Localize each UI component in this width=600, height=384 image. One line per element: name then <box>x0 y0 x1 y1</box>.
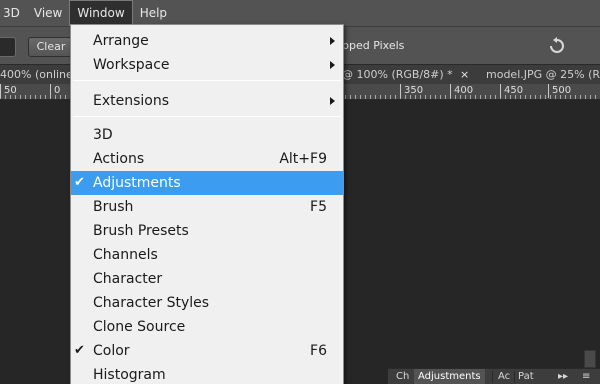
menu-item-label: Brush Presets <box>93 223 189 239</box>
ruler-label: 500 <box>548 84 571 98</box>
panel-divider <box>492 371 493 383</box>
collapse-icon[interactable]: ▸▸ <box>558 369 568 384</box>
menu-item-arrange[interactable]: Arrange <box>71 29 343 53</box>
window-menu-dropdown: Arrange Workspace Extensions 3D Actions … <box>70 24 344 384</box>
panel-tab-adjustments[interactable]: Adjustments <box>414 369 485 384</box>
menu-separator <box>73 80 341 81</box>
menu-item-histogram[interactable]: Histogram <box>71 363 343 384</box>
menu-item-label: Actions <box>93 151 145 167</box>
panel-divider <box>514 371 515 383</box>
menu-item-label: Channels <box>93 247 158 263</box>
delete-cropped-pixels-label[interactable]: pped Pixels <box>342 39 404 52</box>
menu-item-label: Arrange <box>93 33 149 49</box>
ruler-label: 50 <box>0 84 17 98</box>
checkmark-icon: ✔ <box>74 343 85 358</box>
menu-item-channels[interactable]: Channels <box>71 243 343 267</box>
menu-item-adjustments[interactable]: ✔ Adjustments <box>71 171 343 195</box>
panel-tab-paths[interactable]: Pat <box>518 369 534 384</box>
close-icon[interactable]: × <box>460 65 469 85</box>
menu-bar: 3D View Window Help <box>0 0 600 26</box>
scrollbar-thumb[interactable] <box>584 350 596 368</box>
menu-item-shortcut: Alt+F9 <box>279 151 327 167</box>
menu-item-label: Character <box>93 271 163 287</box>
menu-item-shortcut: F6 <box>310 343 327 359</box>
document-tab[interactable]: 400% (online <box>0 65 73 85</box>
menu-item-brush-presets[interactable]: Brush Presets <box>71 219 343 243</box>
submenu-arrow-icon <box>330 37 335 45</box>
menu-item-label: Color <box>93 343 130 359</box>
menu-item-label: Clone Source <box>93 319 186 335</box>
document-tab[interactable]: model.JPG @ 25% (R <box>486 65 600 85</box>
menu-item-label: 3D <box>93 127 113 143</box>
menu-window[interactable]: Window <box>69 0 133 26</box>
menu-item-workspace[interactable]: Workspace <box>71 53 343 77</box>
menu-item-character[interactable]: Character <box>71 267 343 291</box>
ruler-label: 400 <box>450 84 473 98</box>
menu-item-label: Histogram <box>93 367 166 383</box>
menu-separator <box>73 116 341 117</box>
menu-item-clone-source[interactable]: Clone Source <box>71 315 343 339</box>
panel-tab-channels[interactable]: Ch <box>396 369 409 384</box>
ruler-label: 0 <box>50 84 60 98</box>
menu-item-brush[interactable]: Brush F5 <box>71 195 343 219</box>
panel-tab-bar: Ch Adjustments Ac Pat ▸▸ ≡ <box>388 368 600 384</box>
submenu-arrow-icon <box>330 97 335 105</box>
menu-view[interactable]: View <box>27 0 69 26</box>
menu-item-3d[interactable]: 3D <box>71 123 343 147</box>
menu-item-color[interactable]: ✔ Color F6 <box>71 339 343 363</box>
tool-preset-picker[interactable] <box>0 37 16 57</box>
menu-item-character-styles[interactable]: Character Styles <box>71 291 343 315</box>
menu-item-actions[interactable]: Actions Alt+F9 <box>71 147 343 171</box>
checkmark-icon: ✔ <box>74 175 85 190</box>
menu-item-extensions[interactable]: Extensions <box>71 89 343 113</box>
panel-tab-actions[interactable]: Ac <box>498 369 510 384</box>
submenu-arrow-icon <box>330 61 335 69</box>
menu-item-label: Extensions <box>93 93 170 109</box>
menu-item-label: Brush <box>93 199 134 215</box>
panel-menu-icon[interactable]: ≡ <box>582 369 590 384</box>
menu-item-shortcut: F5 <box>310 199 327 215</box>
ruler-label: 450 <box>500 84 523 98</box>
document-tab-active[interactable]: @ 100% (RGB/8#) * <box>342 65 453 85</box>
menu-item-label: Character Styles <box>93 295 210 311</box>
menu-item-label: Adjustments <box>93 175 181 191</box>
clear-button[interactable]: Clear <box>28 37 74 57</box>
reset-icon[interactable] <box>546 35 568 57</box>
menu-3d[interactable]: 3D <box>0 0 27 26</box>
menu-help[interactable]: Help <box>133 0 174 26</box>
ruler-label: 350 <box>400 84 423 98</box>
menu-item-label: Workspace <box>93 57 170 73</box>
